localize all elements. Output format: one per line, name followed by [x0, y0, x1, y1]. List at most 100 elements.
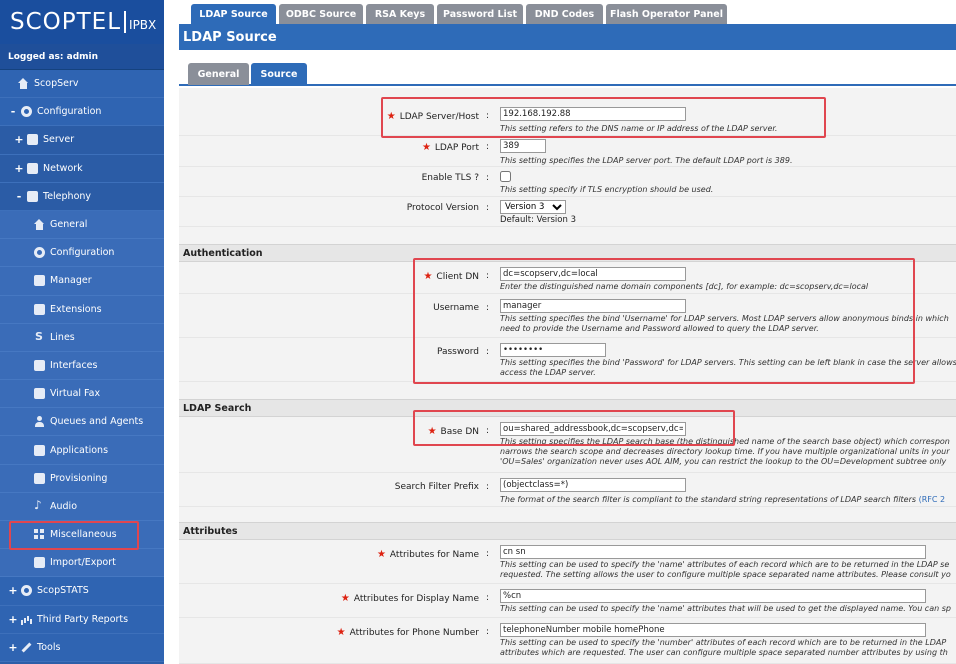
ldap-port-input[interactable]	[500, 139, 546, 153]
colon: :	[486, 173, 490, 183]
sidebar-item-miscellaneous[interactable]: Miscellaneous	[0, 521, 164, 550]
sidebar-item-applications[interactable]: Applications	[0, 436, 164, 465]
search-filter-prefix-help: The format of the search filter is compl…	[500, 495, 917, 504]
sidebar-item-general[interactable]: General	[0, 210, 164, 240]
search-filter-prefix-input[interactable]	[500, 478, 686, 492]
grid-icon	[34, 529, 45, 540]
base-dn-help-line1: This setting specifies the LDAP search b…	[500, 437, 950, 446]
required-marker: ★	[423, 271, 433, 282]
username-help-line2: need to provide the Username and Passwor…	[500, 324, 819, 333]
sidebar-item-label: ScopServ	[34, 78, 79, 90]
manager-icon	[34, 275, 45, 287]
tab-odbc-source[interactable]: ODBC Source	[279, 4, 363, 24]
colon: :	[486, 549, 490, 559]
sidebar-nav: ScopServ - Configuration + Server + Network - Te…	[0, 70, 164, 662]
sidebar-item-label: Lines	[50, 331, 75, 343]
colon: :	[486, 303, 490, 313]
sidebar-item-manager[interactable]: Manager	[0, 267, 164, 296]
logged-in-status: Logged as: admin	[0, 44, 164, 70]
ldap-port-label: LDAP Port	[434, 143, 479, 153]
expand-icon[interactable]: +	[8, 613, 18, 626]
network-icon	[27, 162, 38, 174]
row-ldap-port: ★LDAP Port : This setting specifies the …	[179, 136, 956, 167]
client-dn-input[interactable]	[500, 267, 686, 281]
colon: :	[486, 627, 490, 637]
collapse-icon[interactable]: -	[14, 190, 24, 203]
sidebar-item-label: Server	[43, 134, 75, 146]
sidebar-item-label: Telephony	[43, 190, 92, 202]
row-client-dn: ★Client DN : Enter the distinguished nam…	[179, 262, 956, 294]
ldap-server-host-label: LDAP Server/Host	[399, 112, 479, 122]
sidebar-item-provisioning[interactable]: Provisioning	[0, 464, 164, 493]
sidebar: SCOPTEL IPBX Logged as: admin ScopServ - C…	[0, 0, 164, 664]
sidebar-item-extensions[interactable]: Extensions	[0, 295, 164, 324]
sidebar-item-label: Manager	[50, 275, 92, 287]
sidebar-item-queues-and-agents[interactable]: Queues and Agents	[0, 408, 164, 437]
ldap-server-host-help: This setting refers to the DNS name or I…	[500, 124, 778, 133]
row-attributes-display-name: ★Attributes for Display Name : This sett…	[179, 584, 956, 618]
sidebar-item-configuration[interactable]: Configuration	[0, 239, 164, 268]
chart-icon	[21, 614, 32, 625]
sidebar-item-third-party-reports[interactable]: + Third Party Reports	[0, 605, 164, 634]
sidebar-item-label: Extensions	[50, 303, 102, 315]
password-input[interactable]	[500, 343, 606, 357]
colon: :	[486, 203, 490, 213]
password-help-line2: access the LDAP server.	[500, 368, 596, 377]
password-help-line1: This setting specifies the bind 'Passwor…	[500, 358, 956, 367]
attributes-phone-number-help-line2: attributes which are requested. The user…	[500, 648, 948, 657]
sidebar-item-configuration[interactable]: - Configuration	[0, 98, 164, 127]
rfc-link[interactable]: (RFC 2	[919, 495, 946, 504]
expand-icon[interactable]: +	[14, 133, 24, 146]
colon: :	[486, 271, 490, 281]
base-dn-input[interactable]	[500, 422, 686, 436]
sidebar-item-scopstats[interactable]: + ScopSTATS	[0, 577, 164, 606]
protocol-version-select[interactable]: Version 3	[500, 200, 566, 214]
sidebar-item-scopserv[interactable]: ScopServ	[0, 70, 164, 99]
sidebar-item-label: Audio	[50, 500, 78, 512]
sidebar-item-label: Provisioning	[50, 472, 108, 484]
expand-icon[interactable]: +	[8, 641, 18, 654]
gear-icon	[34, 247, 45, 259]
attributes-name-input[interactable]	[500, 545, 926, 559]
tab-dnd-codes[interactable]: DND Codes	[526, 4, 603, 24]
client-dn-label: Client DN	[436, 272, 479, 282]
gear-icon	[21, 106, 32, 118]
sidebar-item-network[interactable]: + Network	[0, 154, 164, 183]
sidebar-item-telephony[interactable]: - Telephony	[0, 182, 164, 211]
colon: :	[486, 482, 490, 492]
lines-icon	[34, 330, 45, 343]
sidebar-item-import-export[interactable]: Import/Export	[0, 549, 164, 578]
username-input[interactable]	[500, 299, 686, 313]
subtab-source[interactable]: Source	[251, 63, 307, 85]
base-dn-label: Base DN	[440, 427, 479, 437]
attributes-display-name-input[interactable]	[500, 589, 926, 603]
enable-tls-checkbox[interactable]	[500, 171, 511, 182]
attributes-phone-number-input[interactable]	[500, 623, 926, 637]
tab-ldap-source[interactable]: LDAP Source	[191, 4, 276, 24]
base-dn-help-line3: 'OU=Sales' organization never uses AOL A…	[500, 457, 947, 466]
sidebar-item-virtual-fax[interactable]: Virtual Fax	[0, 380, 164, 409]
interfaces-icon	[34, 359, 45, 371]
collapse-icon[interactable]: -	[8, 105, 18, 118]
subtab-general[interactable]: General	[188, 63, 249, 85]
sidebar-item-interfaces[interactable]: Interfaces	[0, 351, 164, 381]
required-marker: ★	[421, 142, 431, 153]
expand-icon[interactable]: +	[14, 162, 24, 175]
sidebar-item-lines[interactable]: Lines	[0, 323, 164, 352]
import-export-icon	[34, 557, 45, 569]
username-label: Username	[433, 303, 479, 313]
tab-flash-operator-panel[interactable]: Flash Operator Panel	[606, 4, 727, 24]
logo: SCOPTEL IPBX	[0, 0, 164, 44]
tab-rsa-keys[interactable]: RSA Keys	[366, 4, 434, 24]
sidebar-item-server[interactable]: + Server	[0, 126, 164, 155]
ldap-server-host-input[interactable]	[500, 107, 686, 121]
sidebar-item-audio[interactable]: Audio	[0, 492, 164, 521]
attributes-name-help-line2: requested. The setting allows the user t…	[500, 570, 951, 579]
attributes-display-name-help: This setting can be used to specify the …	[500, 604, 951, 613]
attributes-name-help-line1: This setting can be used to specify the …	[500, 560, 950, 569]
expand-icon[interactable]: +	[8, 584, 18, 597]
protocol-version-label: Protocol Version	[406, 203, 479, 213]
sidebar-item-tools[interactable]: + Tools	[0, 633, 164, 662]
tab-password-list[interactable]: Password List	[437, 4, 523, 24]
sidebar-item-label: Tools	[37, 641, 61, 653]
